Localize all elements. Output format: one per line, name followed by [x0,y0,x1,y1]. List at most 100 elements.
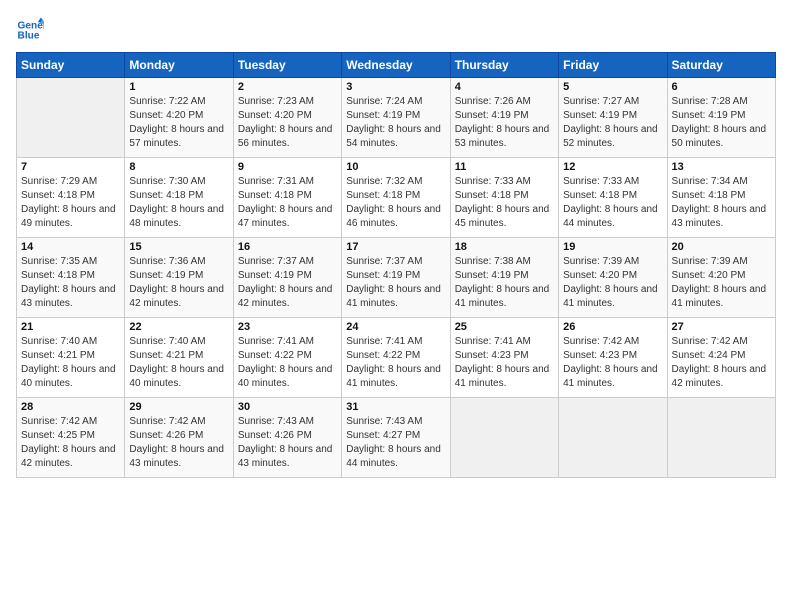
day-number: 28 [21,401,120,413]
day-number: 22 [129,321,228,333]
day-number: 24 [346,321,445,333]
calendar-cell: 8Sunrise: 7:30 AMSunset: 4:18 PMDaylight… [125,158,233,238]
calendar-cell: 15 Sunrise: 7:36 AMSunset: 4:19 PMDayligh… [125,238,233,318]
day-number: 14 [21,241,120,253]
day-info: Sunrise: 7:22 AMSunset: 4:20 PMDaylight:… [129,95,228,151]
week-row-5: 28 Sunrise: 7:42 AMSunset: 4:25 PMDayligh… [17,398,776,478]
header: General Blue [16,16,776,44]
day-number: 1 [129,81,228,93]
logo-icon: General Blue [16,16,44,44]
calendar-cell: 23 Sunrise: 7:41 AMSunset: 4:22 PMDayligh… [233,318,341,398]
calendar-table: SundayMondayTuesdayWednesdayThursdayFrid… [16,52,776,478]
day-info: Sunrise: 7:40 AMSunset: 4:21 PMDaylight:… [129,335,228,391]
day-number: 26 [563,321,662,333]
day-info: Sunrise: 7:41 AMSunset: 4:22 PMDaylight:… [346,335,445,391]
weekday-monday: Monday [125,53,233,78]
calendar-cell: 14 Sunrise: 7:35 AMSunset: 4:18 PMDayligh… [17,238,125,318]
day-number: 29 [129,401,228,413]
calendar-cell: 5Sunrise: 7:27 AMSunset: 4:19 PMDaylight… [559,78,667,158]
day-number: 31 [346,401,445,413]
day-info: Sunrise: 7:33 AMSunset: 4:18 PMDaylight:… [563,175,662,231]
day-number: 16 [238,241,337,253]
calendar-cell [667,398,775,478]
calendar-cell: 25 Sunrise: 7:41 AMSunset: 4:23 PMDayligh… [450,318,558,398]
day-info: Sunrise: 7:27 AMSunset: 4:19 PMDaylight:… [563,95,662,151]
day-info: Sunrise: 7:41 AMSunset: 4:22 PMDaylight:… [238,335,337,391]
calendar-cell: 7 Sunrise: 7:29 AMSunset: 4:18 PMDaylight… [17,158,125,238]
day-number: 18 [455,241,554,253]
day-info: Sunrise: 7:42 AMSunset: 4:25 PMDaylight:… [21,415,120,471]
day-info: Sunrise: 7:32 AMSunset: 4:18 PMDaylight:… [346,175,445,231]
weekday-tuesday: Tuesday [233,53,341,78]
calendar-cell: 3 Sunrise: 7:24 AMSunset: 4:19 PMDaylight… [342,78,450,158]
weekday-sunday: Sunday [17,53,125,78]
day-info: Sunrise: 7:31 AMSunset: 4:18 PMDaylight:… [238,175,337,231]
day-info: Sunrise: 7:23 AMSunset: 4:20 PMDaylight:… [238,95,337,151]
day-number: 11 [455,161,554,173]
calendar-cell [450,398,558,478]
calendar-cell: 26 Sunrise: 7:42 AMSunset: 4:23 PMDayligh… [559,318,667,398]
calendar-container: General Blue SundayMondayTuesdayWednesda… [0,0,792,612]
day-info: Sunrise: 7:41 AMSunset: 4:23 PMDaylight:… [455,335,554,391]
calendar-cell: 22 Sunrise: 7:40 AMSunset: 4:21 PMDayligh… [125,318,233,398]
calendar-cell: 2Sunrise: 7:23 AMSunset: 4:20 PMDaylight… [233,78,341,158]
day-number: 4 [455,81,554,93]
calendar-cell: 20 Sunrise: 7:39 AMSunset: 4:20 PMDayligh… [667,238,775,318]
day-number: 7 [21,161,120,173]
calendar-cell: 28 Sunrise: 7:42 AMSunset: 4:25 PMDayligh… [17,398,125,478]
day-info: Sunrise: 7:42 AMSunset: 4:26 PMDaylight:… [129,415,228,471]
day-info: Sunrise: 7:29 AMSunset: 4:18 PMDaylight:… [21,175,120,231]
week-row-3: 14 Sunrise: 7:35 AMSunset: 4:18 PMDayligh… [17,238,776,318]
day-info: Sunrise: 7:35 AMSunset: 4:18 PMDaylight:… [21,255,120,311]
day-info: Sunrise: 7:28 AMSunset: 4:19 PMDaylight:… [672,95,771,151]
day-info: Sunrise: 7:43 AMSunset: 4:27 PMDaylight:… [346,415,445,471]
calendar-cell: 13 Sunrise: 7:34 AMSunset: 4:18 PMDayligh… [667,158,775,238]
day-info: Sunrise: 7:24 AMSunset: 4:19 PMDaylight:… [346,95,445,151]
weekday-saturday: Saturday [667,53,775,78]
day-number: 27 [672,321,771,333]
calendar-cell: 29 Sunrise: 7:42 AMSunset: 4:26 PMDayligh… [125,398,233,478]
day-info: Sunrise: 7:34 AMSunset: 4:18 PMDaylight:… [672,175,771,231]
day-info: Sunrise: 7:33 AMSunset: 4:18 PMDaylight:… [455,175,554,231]
weekday-friday: Friday [559,53,667,78]
calendar-cell: 1 Sunrise: 7:22 AMSunset: 4:20 PMDaylight… [125,78,233,158]
day-number: 8 [129,161,228,173]
day-info: Sunrise: 7:37 AMSunset: 4:19 PMDaylight:… [238,255,337,311]
day-number: 21 [21,321,120,333]
week-row-4: 21 Sunrise: 7:40 AMSunset: 4:21 PMDayligh… [17,318,776,398]
day-info: Sunrise: 7:39 AMSunset: 4:20 PMDaylight:… [672,255,771,311]
weekday-wednesday: Wednesday [342,53,450,78]
calendar-cell: 21 Sunrise: 7:40 AMSunset: 4:21 PMDayligh… [17,318,125,398]
day-number: 9 [238,161,337,173]
day-number: 13 [672,161,771,173]
calendar-cell: 18 Sunrise: 7:38 AMSunset: 4:19 PMDayligh… [450,238,558,318]
day-info: Sunrise: 7:42 AMSunset: 4:23 PMDaylight:… [563,335,662,391]
day-number: 17 [346,241,445,253]
calendar-cell: 30 Sunrise: 7:43 AMSunset: 4:26 PMDayligh… [233,398,341,478]
day-info: Sunrise: 7:40 AMSunset: 4:21 PMDaylight:… [21,335,120,391]
day-number: 25 [455,321,554,333]
weekday-thursday: Thursday [450,53,558,78]
day-number: 12 [563,161,662,173]
day-info: Sunrise: 7:39 AMSunset: 4:20 PMDaylight:… [563,255,662,311]
day-number: 20 [672,241,771,253]
day-number: 6 [672,81,771,93]
day-number: 23 [238,321,337,333]
svg-text:Blue: Blue [18,31,40,42]
week-row-2: 7 Sunrise: 7:29 AMSunset: 4:18 PMDaylight… [17,158,776,238]
day-info: Sunrise: 7:36 AMSunset: 4:19 PMDaylight:… [129,255,228,311]
calendar-cell [559,398,667,478]
calendar-cell: 16 Sunrise: 7:37 AMSunset: 4:19 PMDayligh… [233,238,341,318]
day-number: 15 [129,241,228,253]
day-info: Sunrise: 7:26 AMSunset: 4:19 PMDaylight:… [455,95,554,151]
day-number: 3 [346,81,445,93]
calendar-cell: 12 Sunrise: 7:33 AMSunset: 4:18 PMDayligh… [559,158,667,238]
calendar-cell: 24 Sunrise: 7:41 AMSunset: 4:22 PMDayligh… [342,318,450,398]
logo: General Blue [16,16,44,44]
calendar-cell: 27Sunrise: 7:42 AMSunset: 4:24 PMDayligh… [667,318,775,398]
calendar-body: 1 Sunrise: 7:22 AMSunset: 4:20 PMDaylight… [17,78,776,478]
calendar-cell: 10Sunrise: 7:32 AMSunset: 4:18 PMDayligh… [342,158,450,238]
day-number: 30 [238,401,337,413]
day-info: Sunrise: 7:38 AMSunset: 4:19 PMDaylight:… [455,255,554,311]
day-info: Sunrise: 7:43 AMSunset: 4:26 PMDaylight:… [238,415,337,471]
